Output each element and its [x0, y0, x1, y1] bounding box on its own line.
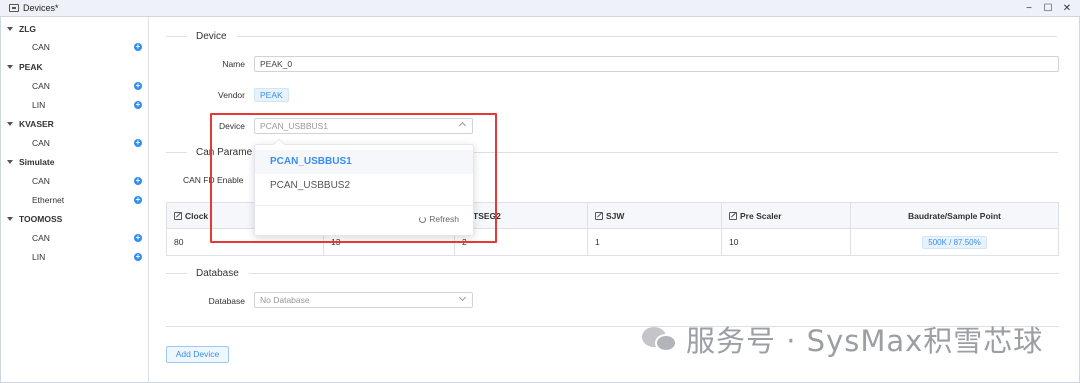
divider [236, 36, 1057, 37]
chevron-down-icon [458, 293, 467, 302]
device-select-value: PCAN_USBBUS1 [260, 121, 329, 131]
sidebar-item-toomoss-lin[interactable]: LIN + [32, 252, 142, 262]
dropdown-option[interactable]: PCAN_USBBUS1 [255, 150, 473, 174]
edit-icon [174, 211, 182, 220]
database-section-header: Database [166, 268, 1059, 279]
sidebar-item-peak-can[interactable]: CAN + [32, 81, 142, 91]
database-select-placeholder: No Database [260, 295, 310, 305]
group-label: PEAK [19, 62, 43, 72]
sidebar-group-zlg[interactable]: ZLG [7, 24, 36, 34]
window-titlebar: Devices* − ☐ ✕ [0, 0, 1080, 17]
item-label: LIN [32, 252, 46, 262]
refresh-label: Refresh [429, 214, 459, 224]
vendor-tag: PEAK [254, 88, 289, 102]
item-label: CAN [32, 81, 50, 91]
column-header[interactable]: SJW [588, 203, 722, 228]
device-label: Device [219, 121, 245, 131]
name-label: Name [222, 59, 245, 69]
sidebar-group-simulate[interactable]: Simulate [7, 157, 54, 167]
sidebar-group-toomoss[interactable]: TOOMOSS [7, 214, 62, 224]
header-text: TSEG2 [473, 210, 501, 221]
header-text: SJW [606, 210, 625, 221]
sidebar-item-simulate-ethernet[interactable]: Ethernet + [32, 195, 142, 205]
close-button[interactable]: ✕ [1062, 3, 1072, 14]
device-select[interactable]: PCAN_USBBUS1 [254, 118, 473, 134]
sidebar-item-peak-lin[interactable]: LIN + [32, 100, 142, 110]
header-text: Baudrate/Sample Point [907, 210, 1002, 221]
divider [248, 273, 1059, 274]
divider [255, 205, 473, 206]
sidebar-item-zlg-can[interactable]: CAN + [32, 42, 142, 52]
section-title: Can Parame [196, 147, 253, 158]
table-cell[interactable]: 10 [722, 229, 851, 255]
caret-down-icon [7, 65, 13, 69]
add-icon[interactable]: + [134, 234, 142, 242]
sidebar-group-kvaser[interactable]: KVASER [7, 119, 54, 129]
edit-icon [729, 211, 737, 220]
device-dropdown: PCAN_USBBUS1 PCAN_USBBUS2 Refresh [254, 138, 474, 236]
section-title: Device [196, 31, 227, 42]
group-label: KVASER [19, 119, 54, 129]
add-icon[interactable]: + [134, 43, 142, 51]
sidebar-item-kvaser-can[interactable]: CAN + [32, 138, 142, 148]
caret-down-icon [7, 160, 13, 164]
database-label: Database [208, 296, 245, 306]
refresh-button[interactable]: Refresh [419, 214, 459, 224]
edit-icon [595, 211, 603, 220]
chevron-up-icon [458, 121, 467, 130]
divider [166, 36, 187, 37]
column-header: Baudrate/Sample Point [851, 203, 1058, 228]
table-cell: 500K / 87.50% [851, 229, 1058, 255]
item-label: Ethernet [32, 195, 65, 205]
section-title: Database [196, 268, 239, 279]
table-cell[interactable]: 1 [588, 229, 722, 255]
item-label: CAN [32, 233, 50, 243]
database-select[interactable]: No Database [254, 292, 473, 308]
group-label: ZLG [19, 24, 36, 34]
add-icon[interactable]: + [134, 82, 142, 90]
refresh-icon [419, 215, 427, 223]
group-label: Simulate [19, 157, 55, 167]
item-label: CAN [32, 176, 50, 186]
divider [166, 152, 187, 153]
minimize-button[interactable]: − [1024, 3, 1034, 14]
canfd-enable-label: CAN FD Enable [183, 175, 244, 185]
sidebar-group-peak[interactable]: PEAK [7, 62, 43, 72]
column-header[interactable]: Pre Scaler [722, 203, 851, 228]
caret-down-icon [7, 27, 13, 31]
caret-down-icon [7, 217, 13, 221]
group-label: TOOMOSS [19, 214, 63, 224]
sidebar-item-toomoss-can[interactable]: CAN + [32, 233, 142, 243]
add-icon[interactable]: + [134, 101, 142, 109]
table-cell[interactable]: 2 [455, 229, 588, 255]
caret-down-icon [7, 122, 13, 126]
add-device-button[interactable]: Add Device [166, 346, 229, 363]
add-icon[interactable]: + [134, 177, 142, 185]
name-input[interactable]: PEAK_0 [254, 56, 1059, 72]
window-icon [9, 4, 19, 12]
watermark-text: 服务号 · SysMax积雪芯球 [686, 324, 1044, 358]
add-icon[interactable]: + [134, 196, 142, 204]
baudrate-tag: 500K / 87.50% [922, 235, 987, 249]
watermark: 服务号 · SysMax积雪芯球 [642, 318, 1043, 360]
item-label: CAN [32, 138, 50, 148]
device-section-header: Device [166, 31, 1057, 42]
dropdown-option[interactable]: PCAN_USBBUS2 [255, 174, 473, 198]
header-text: Pre Scaler [740, 210, 782, 221]
header-text: Clock [185, 210, 209, 221]
item-label: LIN [32, 100, 46, 110]
wechat-logo-icon [642, 325, 678, 353]
item-label: CAN [32, 42, 50, 52]
divider [166, 273, 187, 274]
vendor-label: Vendor [218, 90, 245, 100]
maximize-button[interactable]: ☐ [1043, 3, 1053, 14]
sidebar-item-simulate-can[interactable]: CAN + [32, 176, 142, 186]
add-icon[interactable]: + [134, 253, 142, 261]
column-header[interactable]: TSEG2 [455, 203, 588, 228]
window-title: Devices* [23, 3, 59, 13]
window-controls: − ☐ ✕ [1024, 0, 1072, 17]
add-icon[interactable]: + [134, 139, 142, 147]
